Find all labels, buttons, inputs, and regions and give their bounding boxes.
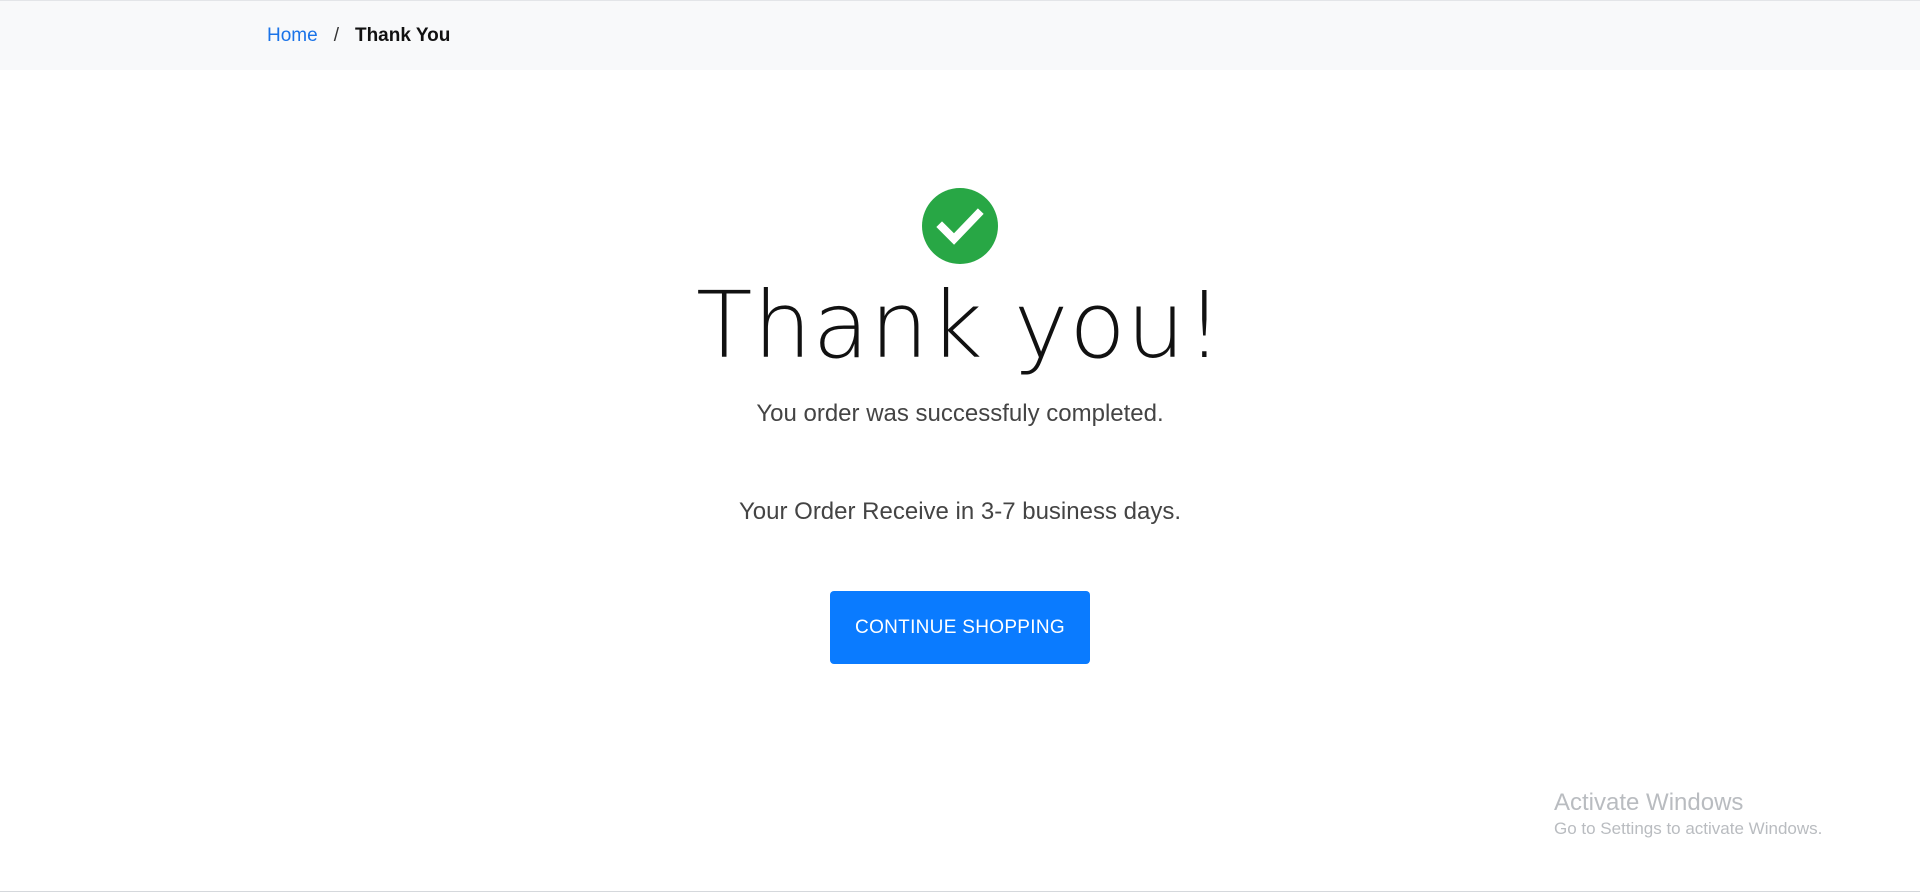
page-title: Thank you! xyxy=(696,272,1224,379)
success-message: You order was successfuly completed. xyxy=(756,400,1164,427)
continue-shopping-button[interactable]: CONTINUE SHOPPING xyxy=(830,591,1090,664)
watermark-subtitle: Go to Settings to activate Windows. xyxy=(1554,819,1823,838)
watermark-title: Activate Windows xyxy=(1554,789,1744,816)
breadcrumb: Home / Thank You xyxy=(267,1,450,71)
thank-you-page: Home / Thank You Thank you! You order wa… xyxy=(0,0,1920,893)
breadcrumb-separator: / xyxy=(333,25,339,46)
delivery-estimate: Your Order Receive in 3-7 business days. xyxy=(738,498,1181,525)
breadcrumb-home-link[interactable]: Home xyxy=(267,25,318,47)
check-circle-icon xyxy=(922,188,998,264)
breadcrumb-current: Thank You xyxy=(354,25,451,46)
activate-windows-watermark: Activate Windows Go to Settings to activ… xyxy=(1554,788,1822,840)
breadcrumb-bar: Home / Thank You xyxy=(0,0,1920,70)
bottom-divider xyxy=(0,891,1920,892)
